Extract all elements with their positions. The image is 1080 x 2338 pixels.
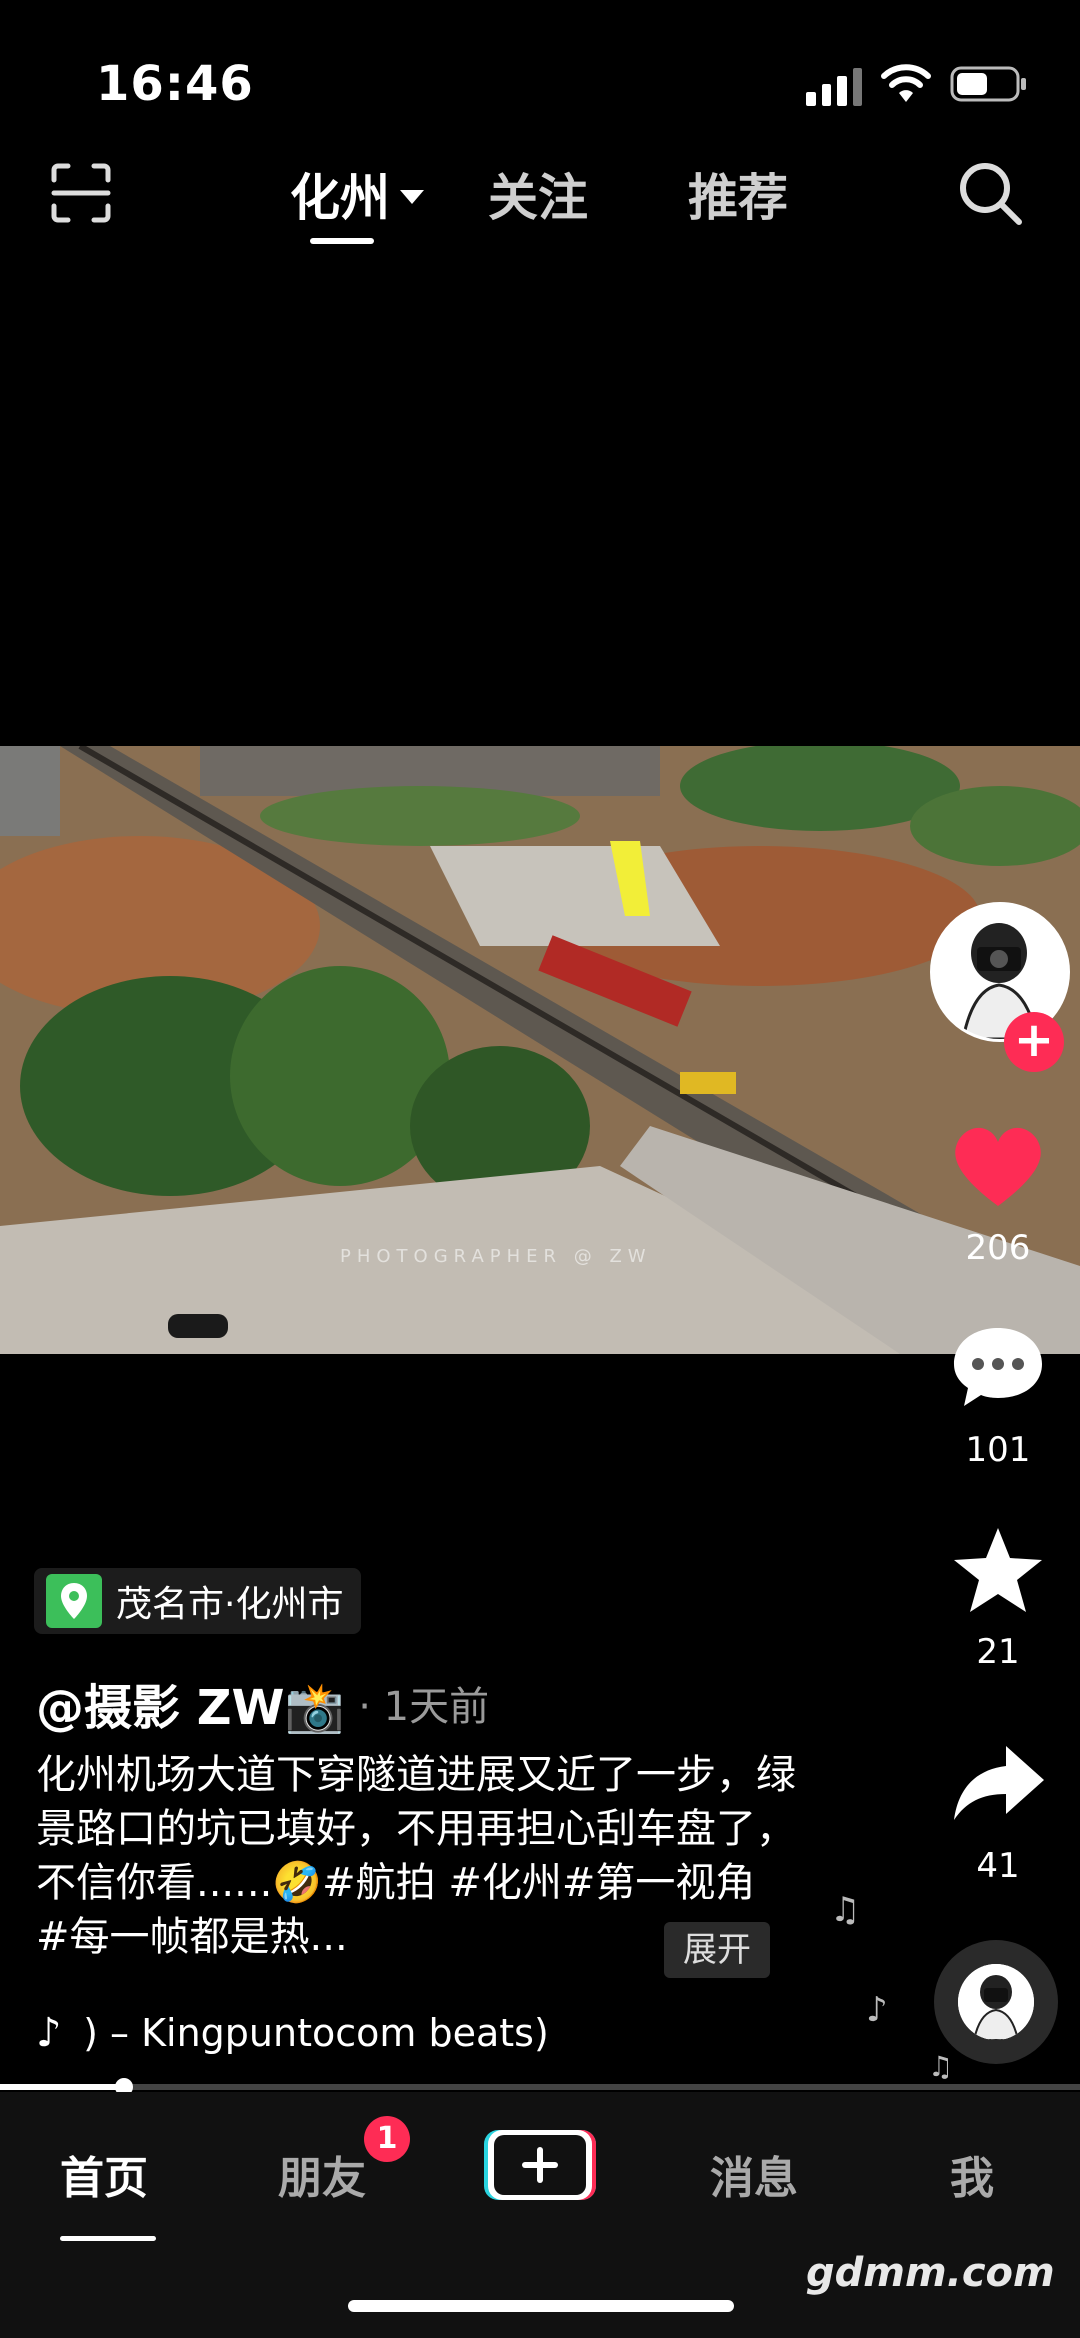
floating-music-note-icon: ♪	[866, 1990, 888, 2030]
location-chip[interactable]: 茂名市·化州市	[34, 1568, 362, 1634]
status-time: 16:46	[96, 56, 254, 112]
nav-friends[interactable]: 朋友	[278, 2142, 366, 2206]
caret-down-icon	[400, 190, 424, 204]
video-progress-track[interactable]	[0, 2084, 1080, 2090]
share-count: 41	[976, 1846, 1020, 1886]
comment-icon[interactable]	[948, 1318, 1048, 1418]
comment-count: 101	[965, 1430, 1031, 1470]
location-pin-icon	[46, 1574, 102, 1628]
site-watermark: gdmm.com	[806, 2250, 1055, 2296]
music-row[interactable]: ♪ ) – Kingpuntocom beats)	[36, 2010, 549, 2056]
tab-recommend[interactable]: 推荐	[688, 158, 788, 230]
location-label: 茂名市·化州市	[116, 1584, 344, 1625]
follow-button[interactable]: +	[1004, 1012, 1064, 1072]
floating-music-note-icon: ♫	[928, 2050, 954, 2083]
favorite-count: 21	[976, 1632, 1020, 1672]
create-plus-button[interactable]	[482, 2128, 598, 2202]
cellular-signal-icon	[806, 66, 862, 106]
tab-follow[interactable]: 关注	[488, 158, 588, 230]
music-title: ) – Kingpuntocom beats)	[75, 2011, 549, 2055]
nav-messages[interactable]: 消息	[710, 2142, 798, 2206]
tab-city-label: 化州	[290, 169, 390, 227]
share-icon[interactable]	[948, 1734, 1048, 1834]
tab-city[interactable]: 化州	[290, 158, 424, 230]
search-icon[interactable]	[955, 158, 1025, 228]
battery-icon	[950, 66, 1026, 102]
nav-home-indicator	[60, 2236, 156, 2241]
home-indicator[interactable]	[348, 2300, 734, 2312]
heart-icon[interactable]	[948, 1116, 1048, 1216]
video-watermark: PHOTOGRAPHER @ ZW	[340, 1246, 652, 1267]
floating-music-note-icon: ♫	[830, 1890, 861, 1930]
active-tab-indicator	[310, 238, 374, 244]
star-icon[interactable]	[948, 1522, 1048, 1622]
friends-badge: 1	[364, 2116, 410, 2162]
wifi-icon	[881, 64, 931, 102]
video-progress-fill	[0, 2084, 125, 2090]
author-row: @摄影 ZW📸 · 1天前	[36, 1668, 489, 1738]
post-time: · 1天前	[358, 1684, 490, 1730]
tiktok-note-icon: ♪	[36, 2010, 62, 2056]
scan-icon[interactable]	[50, 162, 112, 224]
nav-home[interactable]: 首页	[60, 2142, 148, 2206]
expand-button[interactable]: 展开	[664, 1922, 770, 1978]
music-disc[interactable]	[934, 1940, 1058, 2064]
disc-avatar-icon	[958, 1964, 1034, 2040]
author-name[interactable]: @摄影 ZW📸	[36, 1668, 344, 1738]
nav-me[interactable]: 我	[950, 2142, 994, 2206]
like-count: 206	[965, 1228, 1031, 1268]
